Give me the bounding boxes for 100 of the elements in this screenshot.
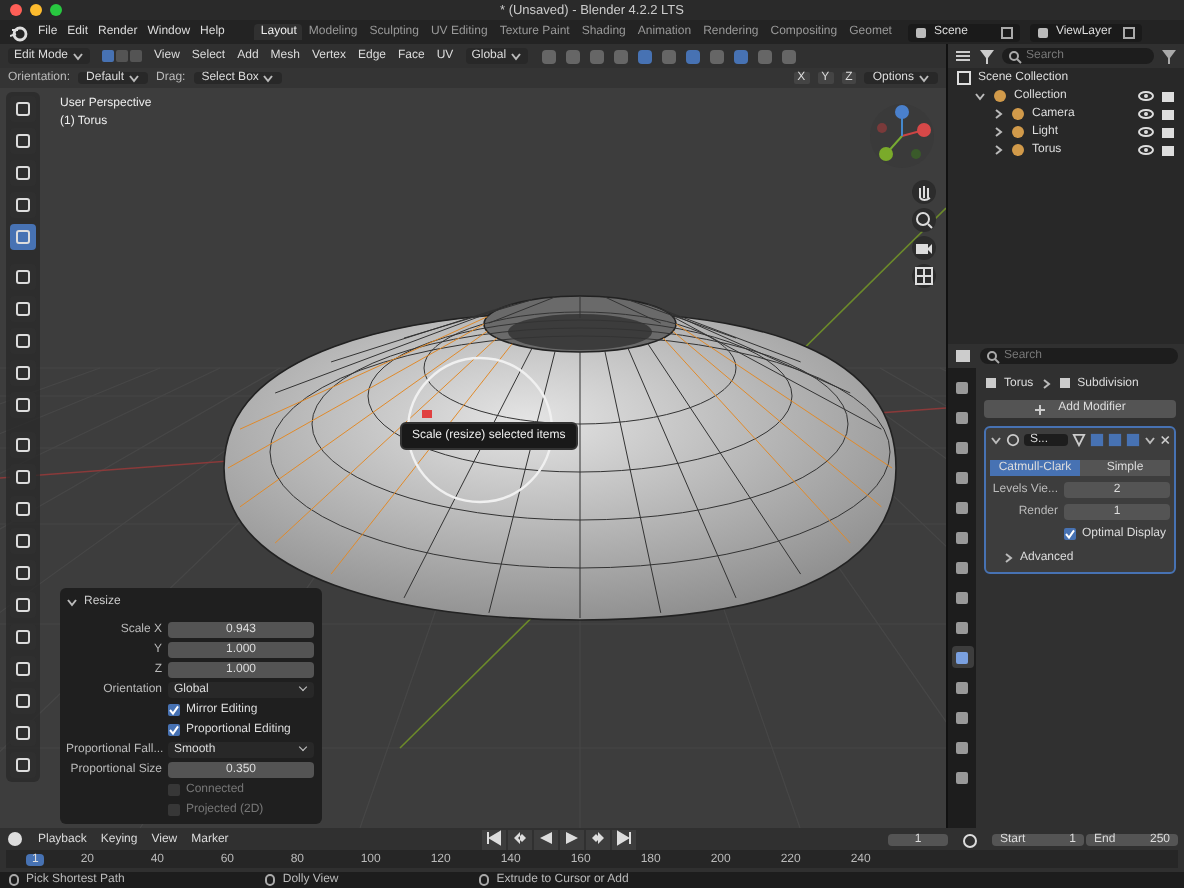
cursor-marker-icon [422,410,432,418]
tool-button[interactable] [10,296,36,322]
hand-icon[interactable] [914,182,934,202]
square-icon [14,132,32,150]
funnel-icon [1160,48,1178,64]
mouse-icon [478,874,491,886]
tool-button[interactable] [10,160,36,186]
square-icon [954,439,970,455]
playback-button[interactable] [481,829,506,849]
close-icon[interactable] [1159,434,1170,446]
square-icon [14,268,32,286]
chevron-icon [1039,377,1052,389]
square-icon [14,692,32,710]
properties-tab[interactable] [951,586,973,608]
square-icon [14,468,32,486]
checkbox[interactable] [1064,528,1076,540]
square-icon [14,628,32,646]
properties-tab[interactable] [951,556,973,578]
tool-button[interactable] [10,360,36,386]
select-mode-button[interactable] [102,50,115,62]
properties-tab[interactable] [951,706,973,728]
mouse-icon [8,874,20,886]
jump-end-icon [615,829,632,845]
square-icon [954,469,970,485]
properties-tab[interactable] [951,616,973,638]
caret-icon [262,72,275,84]
square-icon [14,724,32,742]
square-icon [14,436,32,454]
square-icon [954,769,970,785]
jump-start-icon [485,829,502,845]
tool-button[interactable] [10,592,36,618]
properties-tab[interactable] [951,406,973,428]
square-icon [14,164,32,182]
properties-tab[interactable] [951,466,973,488]
square-icon [14,596,32,614]
properties-tab[interactable] [951,496,973,518]
next-key-icon [589,829,606,845]
caret-icon [128,72,141,84]
square-icon [14,196,32,214]
square-icon [954,649,970,665]
tool-button[interactable] [10,656,36,682]
square-icon [14,364,32,382]
tool-button[interactable] [10,560,36,586]
playback-button[interactable] [559,829,584,849]
tool-button[interactable] [10,464,36,490]
properties-tab[interactable] [951,766,973,788]
caret-icon [1143,434,1156,446]
tool-button[interactable] [10,328,36,354]
grid-icon[interactable] [914,266,934,286]
checkbox[interactable] [168,723,180,735]
display-mode-icon [954,48,972,64]
square-icon [14,500,32,518]
tool-button[interactable] [10,496,36,522]
square-icon [14,756,32,774]
tool-button[interactable] [10,392,36,418]
properties-tab[interactable] [951,646,973,668]
tool-button[interactable] [10,128,36,154]
square-icon [954,619,970,635]
tool-button[interactable] [10,752,36,778]
properties-tab[interactable] [951,526,973,548]
square-icon [954,499,970,515]
playback-button[interactable] [611,829,636,849]
tool-button[interactable] [10,688,36,714]
tool-button[interactable] [10,432,36,458]
square-icon [14,332,32,350]
checkbox[interactable] [168,703,180,715]
square-icon [14,396,32,414]
mouse-icon [264,874,277,886]
properties-tab[interactable] [951,376,973,398]
caret-icon [510,50,523,62]
tool-button[interactable] [10,192,36,218]
playback-button[interactable] [507,829,532,849]
caret-icon [918,72,930,84]
square-icon [954,529,970,545]
square-icon [954,559,970,575]
checkmark-icon [1064,528,1076,540]
previous-key-icon [511,829,528,845]
plus-icon [1034,403,1047,415]
properties-tab[interactable] [951,736,973,758]
square-icon [14,564,32,582]
tool-button[interactable] [10,720,36,746]
tool-button[interactable] [10,528,36,554]
camera-icon[interactable] [914,238,934,258]
tool-button[interactable] [10,624,36,650]
playback-button[interactable] [533,829,558,849]
zoom-icon[interactable] [914,210,934,230]
square-icon [954,679,970,695]
square-icon [14,300,32,318]
tool-button[interactable] [10,264,36,290]
tool-button[interactable] [10,224,36,250]
playback-button[interactable] [585,829,610,849]
square-icon [954,589,970,605]
square-icon [954,409,970,425]
square-icon [14,100,32,118]
square-icon [954,379,970,395]
filter-icon [978,48,996,64]
properties-tab[interactable] [951,436,973,458]
tool-button[interactable] [10,96,36,122]
square-icon [954,709,970,725]
properties-tab[interactable] [951,676,973,698]
